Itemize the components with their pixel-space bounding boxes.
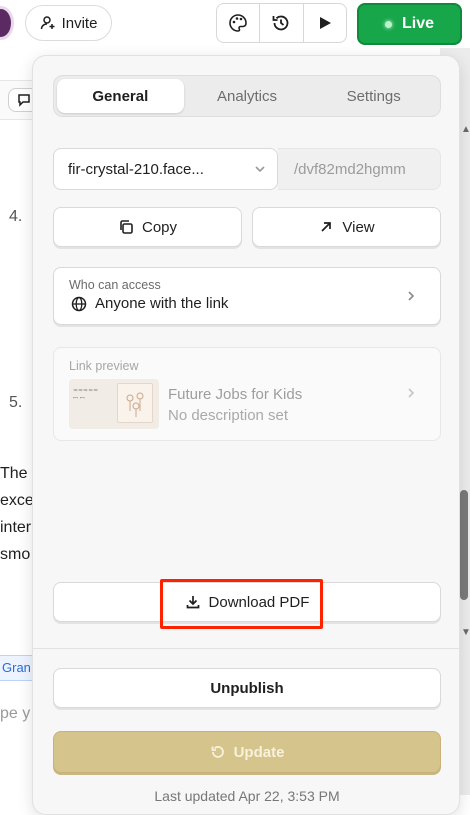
access-label: Who can access — [69, 278, 161, 292]
chevron-down-icon — [255, 166, 265, 173]
toolbar-icon-group — [216, 3, 347, 43]
top-bar: Invite Live — [0, 0, 470, 48]
subdomain-value: fir-crystal-210.face... — [68, 160, 204, 178]
tab-analytics[interactable]: Analytics — [184, 79, 311, 113]
preview-thumbnail: ≈≈≈≈≈ ꟷ ꟷ — [69, 379, 159, 429]
copy-icon — [120, 220, 133, 234]
list-number: 5. — [9, 394, 23, 411]
theme-button[interactable] — [217, 4, 261, 42]
access-value: Anyone with the link — [71, 295, 228, 312]
play-icon — [319, 17, 331, 29]
subdomain-select[interactable]: fir-crystal-210.face... — [53, 148, 278, 190]
message-input-placeholder[interactable]: pe y — [0, 705, 30, 723]
invite-button[interactable]: Invite — [25, 5, 112, 41]
grammar-tab[interactable]: Gran — [0, 655, 36, 681]
panel-divider — [33, 648, 459, 649]
external-link-icon — [321, 222, 332, 232]
app-logo — [0, 6, 14, 40]
url-row: fir-crystal-210.face... /dvf82md2hgmm — [53, 148, 441, 190]
unpublish-button[interactable]: Unpublish — [53, 668, 441, 708]
copy-button[interactable]: Copy — [53, 207, 242, 247]
view-button[interactable]: View — [252, 207, 441, 247]
link-preview-title: Future Jobs for Kids — [168, 386, 303, 403]
live-button[interactable]: Live — [357, 3, 462, 45]
comment-icon — [18, 94, 30, 107]
link-preview-label: Link preview — [69, 359, 139, 373]
document-text-line: smo — [0, 546, 31, 563]
refresh-icon — [211, 746, 224, 758]
document-text-line: inter — [0, 519, 32, 536]
unpublish-label: Unpublish — [210, 679, 284, 697]
last-updated-text: Last updated Apr 22, 3:53 PM — [154, 788, 340, 804]
access-value-text: Anyone with the link — [95, 295, 229, 312]
link-preview-card[interactable]: Link preview ≈≈≈≈≈ ꟷ ꟷ Future Jobs for Ki… — [53, 347, 441, 441]
history-icon — [273, 15, 289, 31]
present-button[interactable] — [304, 4, 346, 42]
chevron-right-icon — [408, 388, 415, 398]
scroll-down-caret[interactable]: ▼ — [461, 627, 470, 638]
panel-tabs: General Analytics Settings — [53, 75, 441, 117]
publish-panel: General Analytics Settings fir-crystal-2… — [32, 55, 460, 815]
thumbnail-text-graphic: ≈≈≈≈≈ ꟷ ꟷ — [73, 387, 99, 402]
live-label: Live — [401, 15, 434, 32]
chevron-right-icon — [408, 291, 415, 301]
update-button[interactable]: Update — [53, 731, 441, 773]
palette-icon — [229, 14, 247, 32]
invite-label: Invite — [61, 14, 98, 32]
document-text-line: The — [0, 465, 28, 482]
url-path: /dvf82md2hgmm — [278, 148, 441, 190]
link-preview-description: No description set — [168, 407, 289, 424]
thumbnail-illustration — [126, 392, 144, 417]
history-button[interactable] — [260, 4, 304, 42]
globe-icon — [71, 296, 87, 311]
tab-settings[interactable]: Settings — [310, 79, 437, 113]
add-user-icon — [40, 16, 55, 30]
list-number: 4. — [9, 208, 23, 225]
live-status-dot — [384, 20, 392, 28]
tab-general[interactable]: General — [57, 79, 184, 113]
view-label: View — [342, 218, 375, 236]
access-setting[interactable]: Who can access Anyone with the link — [53, 267, 441, 325]
document-scrollbar[interactable] — [460, 490, 468, 600]
update-label: Update — [233, 743, 285, 761]
highlight-annotation — [160, 579, 323, 629]
copy-label: Copy — [141, 218, 178, 236]
document-text-line: exce — [0, 492, 34, 509]
scroll-up-caret[interactable]: ▲ — [461, 124, 470, 135]
thumbnail-image — [117, 383, 153, 423]
